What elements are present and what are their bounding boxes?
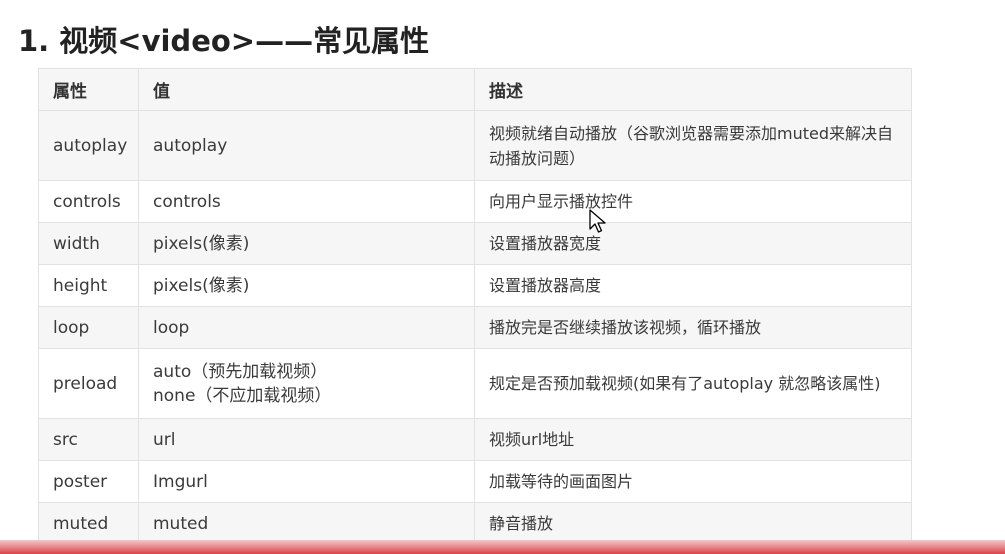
- description-cell: 加载等待的画面图片: [474, 460, 912, 503]
- attribute-cell: loop: [38, 306, 139, 349]
- value-line: loop: [153, 317, 190, 338]
- value-cell: url: [138, 418, 475, 461]
- table-row: loop loop 播放完是否继续播放该视频，循环播放: [38, 306, 912, 349]
- value-cell: auto（预先加载视频） none（不应加载视频）: [138, 348, 475, 419]
- table-row: src url 视频url地址: [38, 418, 912, 461]
- value-line: url: [153, 429, 176, 450]
- table-row: controls controls 向用户显示播放控件: [38, 180, 912, 223]
- attribute-cell: width: [38, 222, 139, 265]
- value-line: muted: [153, 513, 209, 534]
- description-cell: 视频就绪自动播放（谷歌浏览器需要添加muted来解决自动播放问题）: [474, 110, 912, 181]
- value-line: Imgurl: [153, 471, 208, 492]
- column-header-value: 值: [138, 68, 475, 111]
- table-row: width pixels(像素) 设置播放器宽度: [38, 222, 912, 265]
- description-cell: 播放完是否继续播放该视频，循环播放: [474, 306, 912, 349]
- attribute-cell: autoplay: [38, 110, 139, 181]
- mouse-pointer-icon: [589, 209, 606, 233]
- value-cell: muted: [138, 502, 475, 545]
- attribute-cell: poster: [38, 460, 139, 503]
- attribute-cell: height: [38, 264, 139, 307]
- attribute-cell: src: [38, 418, 139, 461]
- attribute-cell: preload: [38, 348, 139, 419]
- description-cell: 向用户显示播放控件: [474, 180, 912, 223]
- description-cell: 静音播放: [474, 502, 912, 545]
- value-cell: Imgurl: [138, 460, 475, 503]
- value-line: controls: [153, 191, 221, 212]
- value-line: none（不应加载视频）: [153, 385, 332, 406]
- value-cell: autoplay: [138, 110, 475, 181]
- table-row: muted muted 静音播放: [38, 502, 912, 545]
- column-header-description: 描述: [474, 68, 912, 111]
- table-row: preload auto（预先加载视频） none（不应加载视频） 规定是否预加载…: [38, 348, 912, 419]
- description-cell: 视频url地址: [474, 418, 912, 461]
- table-row: poster Imgurl 加载等待的画面图片: [38, 460, 912, 503]
- description-cell: 设置播放器高度: [474, 264, 912, 307]
- value-line: pixels(像素): [153, 275, 250, 296]
- value-line: autoplay: [153, 135, 228, 156]
- video-attributes-table: 属性 值 描述 autoplay autoplay 视频就绪自动播放（谷歌浏览器…: [38, 68, 912, 545]
- table-header-row: 属性 值 描述: [38, 68, 912, 111]
- page-heading: 1. 视频<video>——常见属性: [18, 24, 430, 58]
- table-row: autoplay autoplay 视频就绪自动播放（谷歌浏览器需要添加mute…: [38, 110, 912, 181]
- value-line: pixels(像素): [153, 233, 250, 254]
- value-cell: pixels(像素): [138, 264, 475, 307]
- value-cell: loop: [138, 306, 475, 349]
- attribute-cell: controls: [38, 180, 139, 223]
- value-line: auto（预先加载视频）: [153, 361, 328, 382]
- column-header-attribute: 属性: [38, 68, 139, 111]
- value-cell: pixels(像素): [138, 222, 475, 265]
- table-row: height pixels(像素) 设置播放器高度: [38, 264, 912, 307]
- description-cell: 设置播放器宽度: [474, 222, 912, 265]
- bottom-color-band: [0, 540, 1005, 554]
- attribute-cell: muted: [38, 502, 139, 545]
- value-cell: controls: [138, 180, 475, 223]
- description-cell: 规定是否预加载视频(如果有了autoplay 就忽略该属性): [474, 348, 912, 419]
